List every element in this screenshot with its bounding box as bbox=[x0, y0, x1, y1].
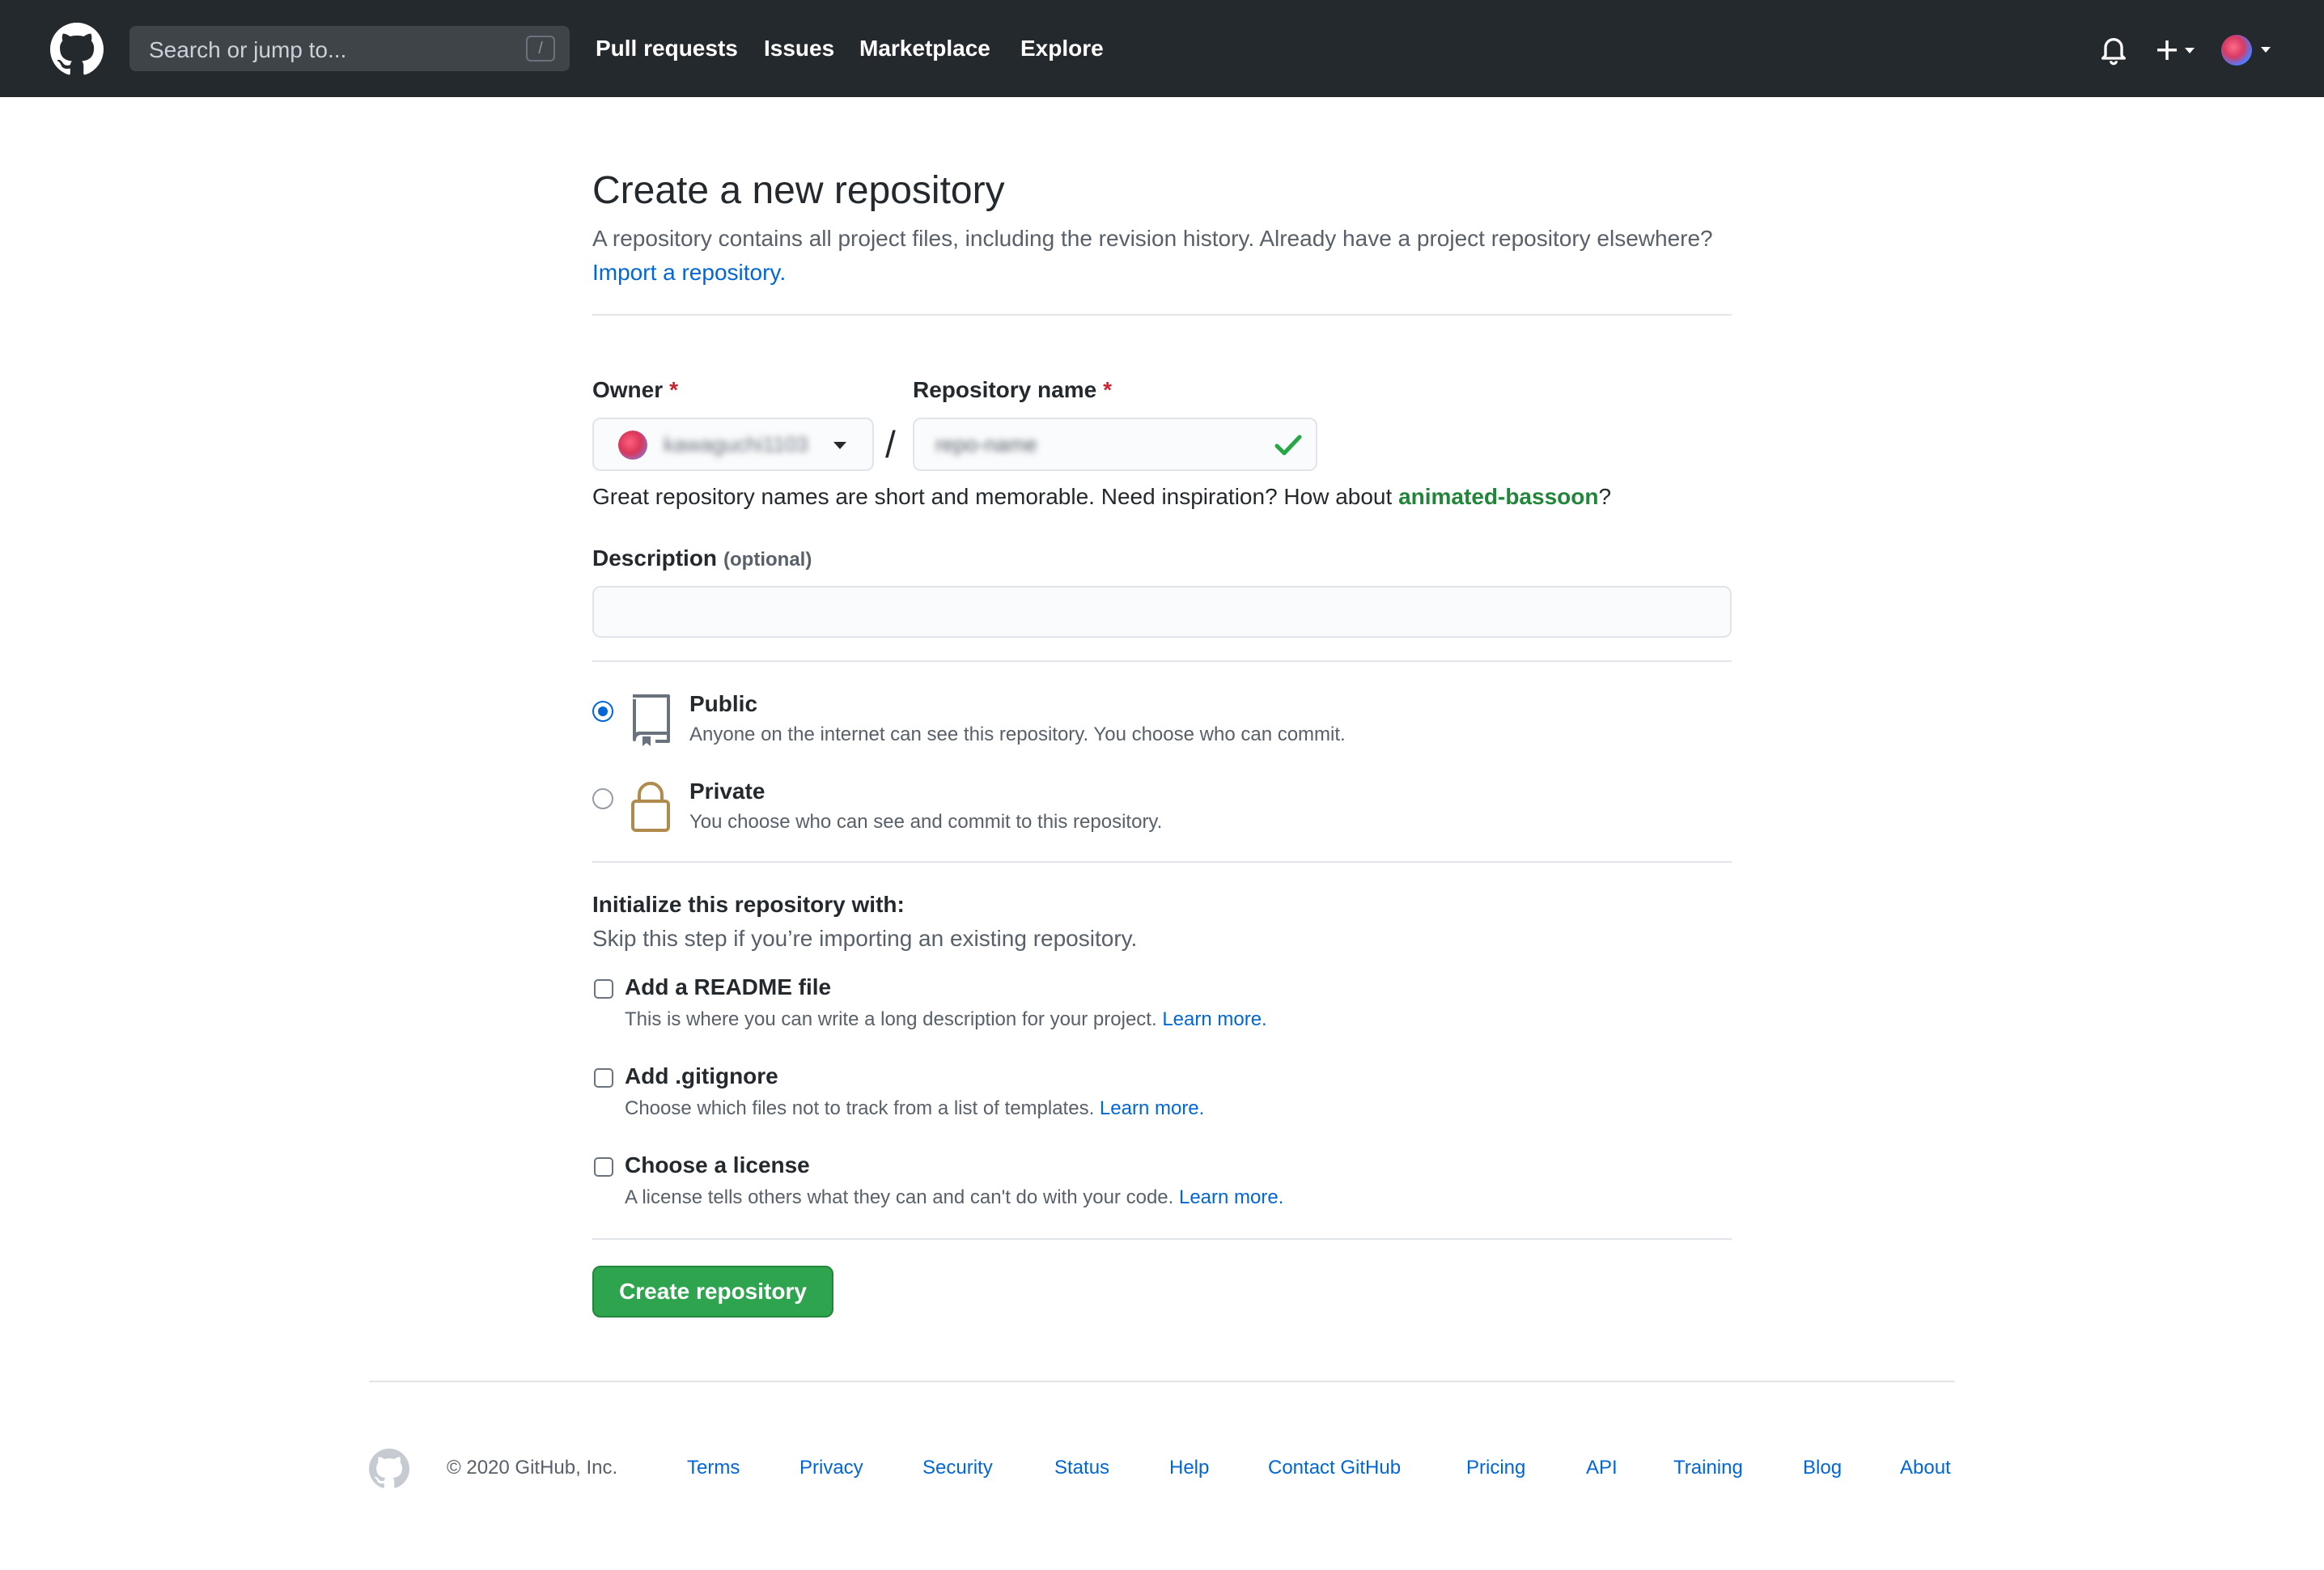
private-title: Private bbox=[689, 779, 765, 804]
intro-text: A repository contains all project files,… bbox=[592, 226, 1713, 251]
readme-checkbox[interactable] bbox=[594, 979, 613, 999]
check-icon bbox=[1274, 435, 1302, 456]
owner-label: Owner * bbox=[592, 377, 679, 402]
import-repository-link[interactable]: Import a repository. bbox=[592, 260, 786, 285]
divider bbox=[592, 314, 1732, 316]
license-title[interactable]: Choose a license bbox=[625, 1152, 810, 1178]
owner-repo-separator: / bbox=[885, 423, 896, 465]
github-logo-icon[interactable] bbox=[369, 1449, 409, 1489]
readme-description: This is where you can write a long descr… bbox=[625, 1008, 1267, 1030]
top-nav-bar: Search or jump to... / Pull requests Iss… bbox=[0, 0, 2324, 97]
footer-link-about[interactable]: About bbox=[1900, 1457, 1951, 1479]
footer-link-training[interactable]: Training bbox=[1673, 1457, 1743, 1479]
license-checkbox[interactable] bbox=[594, 1157, 613, 1177]
license-learn-more-link[interactable]: Learn more. bbox=[1179, 1186, 1283, 1208]
public-description: Anyone on the internet can see this repo… bbox=[689, 723, 1346, 745]
name-suggestion-link[interactable]: animated-bassoon bbox=[1398, 484, 1598, 509]
private-radio[interactable] bbox=[592, 788, 613, 809]
owner-select[interactable]: kawaguchi1103 bbox=[592, 418, 874, 471]
description-input[interactable] bbox=[592, 586, 1732, 638]
footer-copyright: © 2020 GitHub, Inc. bbox=[447, 1457, 618, 1479]
divider bbox=[592, 660, 1732, 662]
footer-link-privacy[interactable]: Privacy bbox=[799, 1457, 863, 1479]
gitignore-checkbox[interactable] bbox=[594, 1068, 613, 1088]
nav-marketplace[interactable]: Marketplace bbox=[859, 36, 990, 62]
footer-link-blog[interactable]: Blog bbox=[1803, 1457, 1842, 1479]
repository-name-hint: Great repository names are short and mem… bbox=[592, 484, 1612, 509]
page-title: Create a new repository bbox=[592, 169, 1005, 212]
user-menu[interactable] bbox=[2220, 34, 2279, 66]
nav-explore[interactable]: Explore bbox=[1020, 36, 1104, 62]
footer-link-contact[interactable]: Contact GitHub bbox=[1268, 1457, 1401, 1479]
slash-shortcut-key: / bbox=[526, 36, 555, 62]
footer-divider bbox=[369, 1381, 1955, 1382]
gitignore-learn-more-link[interactable]: Learn more. bbox=[1100, 1097, 1204, 1119]
create-new-dropdown-icon[interactable] bbox=[2151, 36, 2199, 65]
nav-pull-requests[interactable]: Pull requests bbox=[596, 36, 738, 62]
page-intro: A repository contains all project files,… bbox=[592, 222, 1725, 290]
github-logo-icon[interactable] bbox=[50, 23, 104, 76]
repository-name-label: Repository name * bbox=[913, 377, 1113, 402]
public-title: Public bbox=[689, 691, 758, 716]
footer-link-help[interactable]: Help bbox=[1169, 1457, 1209, 1479]
chevron-down-icon bbox=[833, 442, 846, 449]
divider bbox=[592, 1238, 1732, 1240]
repository-name-value: repo-name bbox=[935, 432, 1037, 456]
initialize-subtitle: Skip this step if you’re importing an ex… bbox=[592, 926, 1138, 951]
gitignore-description: Choose which files not to track from a l… bbox=[625, 1097, 1205, 1119]
bell-icon[interactable] bbox=[2097, 34, 2130, 66]
footer-link-status[interactable]: Status bbox=[1054, 1457, 1109, 1479]
license-description: A license tells others what they can and… bbox=[625, 1186, 1284, 1208]
readme-learn-more-link[interactable]: Learn more. bbox=[1162, 1008, 1266, 1030]
repository-name-input[interactable]: repo-name bbox=[913, 418, 1317, 471]
readme-title[interactable]: Add a README file bbox=[625, 974, 831, 1000]
footer-link-api[interactable]: API bbox=[1586, 1457, 1618, 1479]
footer-link-terms[interactable]: Terms bbox=[687, 1457, 740, 1479]
owner-name: kawaguchi1103 bbox=[664, 432, 808, 456]
private-description: You choose who can see and commit to thi… bbox=[689, 811, 1163, 833]
footer-link-pricing[interactable]: Pricing bbox=[1466, 1457, 1525, 1479]
owner-avatar bbox=[618, 431, 647, 460]
footer-link-security[interactable]: Security bbox=[922, 1457, 993, 1479]
repo-icon bbox=[633, 694, 670, 746]
search-input[interactable]: Search or jump to... / bbox=[129, 26, 570, 71]
gitignore-title[interactable]: Add .gitignore bbox=[625, 1063, 778, 1089]
divider bbox=[592, 861, 1732, 863]
description-label: Description (optional) bbox=[592, 545, 812, 571]
initialize-title: Initialize this repository with: bbox=[592, 892, 905, 917]
nav-issues[interactable]: Issues bbox=[764, 36, 834, 62]
search-placeholder: Search or jump to... bbox=[149, 37, 347, 62]
lock-icon bbox=[631, 782, 670, 832]
avatar-icon bbox=[2221, 35, 2271, 66]
public-radio[interactable] bbox=[592, 701, 613, 722]
create-repository-button[interactable]: Create repository bbox=[592, 1266, 833, 1318]
